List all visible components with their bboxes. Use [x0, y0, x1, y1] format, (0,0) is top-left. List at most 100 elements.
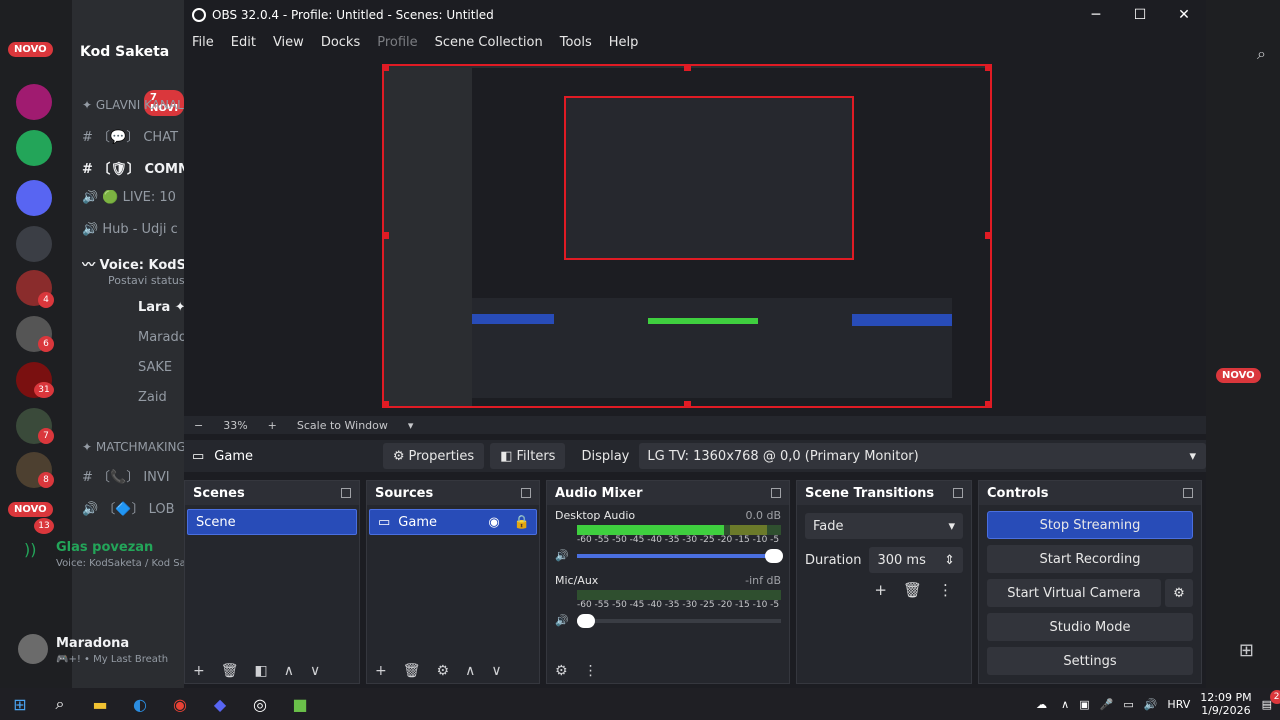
- gear-icon[interactable]: ⚙: [437, 663, 450, 679]
- chevron-up-icon[interactable]: ∧: [1061, 698, 1069, 711]
- slider-knob[interactable]: [765, 548, 783, 563]
- menu-help[interactable]: Help: [609, 35, 639, 50]
- server-icon[interactable]: [16, 180, 52, 216]
- maximize-icon[interactable]: ☐: [1118, 0, 1162, 30]
- filters-button[interactable]: ◧ Filters: [490, 443, 566, 469]
- float-dock-icon[interactable]: [1183, 488, 1193, 498]
- trash-icon[interactable]: 🗑: [903, 581, 922, 599]
- resize-handle[interactable]: [684, 66, 691, 71]
- move-up-icon[interactable]: ∧: [284, 663, 294, 679]
- channel-item[interactable]: 🔊 🟢 LIVE: 10: [82, 190, 186, 205]
- notification-icon[interactable]: ▤ 2: [1262, 689, 1280, 711]
- server-icon[interactable]: [16, 226, 52, 262]
- slider-knob[interactable]: [576, 613, 595, 628]
- language-indicator[interactable]: HRV: [1167, 698, 1190, 711]
- resize-handle[interactable]: [985, 401, 990, 406]
- voice-user[interactable]: SAKE: [138, 360, 184, 375]
- category-label[interactable]: ✦ GLAVNI KANALI: [82, 98, 186, 112]
- user-name[interactable]: Maradona: [56, 636, 184, 651]
- voice-channel-item[interactable]: 〰 Voice: KodS: [82, 254, 186, 273]
- channel-item[interactable]: # 〔📞〕 INVI: [82, 466, 186, 485]
- voice-user[interactable]: Lara ✦: [138, 300, 184, 315]
- scene-item[interactable]: Scene: [187, 509, 357, 535]
- menu-file[interactable]: File: [192, 35, 214, 50]
- network-icon[interactable]: ▭: [1123, 698, 1133, 711]
- start-virtual-camera-button[interactable]: Start Virtual Camera: [987, 579, 1161, 607]
- float-dock-icon[interactable]: [953, 488, 963, 498]
- resize-handle[interactable]: [384, 66, 389, 71]
- resize-handle[interactable]: [384, 401, 389, 406]
- trash-icon[interactable]: 🗑: [403, 663, 421, 679]
- menu-profile[interactable]: Profile: [377, 35, 417, 50]
- resize-handle[interactable]: [684, 401, 691, 406]
- zoom-out-button[interactable]: −: [194, 419, 203, 432]
- stop-streaming-button[interactable]: Stop Streaming: [987, 511, 1193, 539]
- close-icon[interactable]: ✕: [1162, 0, 1206, 30]
- transition-select[interactable]: Fade ▾: [805, 513, 963, 539]
- volume-slider[interactable]: [576, 548, 783, 563]
- minimize-icon[interactable]: ─: [1074, 0, 1118, 30]
- resize-handle[interactable]: [985, 66, 990, 71]
- menu-tools[interactable]: Tools: [560, 35, 592, 50]
- speaker-icon[interactable]: 🔊: [555, 549, 569, 562]
- grid-icon[interactable]: ⊞: [1239, 640, 1254, 661]
- discover-icon[interactable]: [16, 130, 52, 166]
- voice-user[interactable]: Zaid: [138, 390, 184, 405]
- channel-item[interactable]: 🔊 〔🔷〕 LOB: [82, 498, 186, 517]
- chrome-icon[interactable]: ◉: [160, 688, 200, 720]
- windows-start-icon[interactable]: ⊞: [0, 688, 40, 720]
- source-item[interactable]: ▭ Game ◉ 🔒: [369, 509, 537, 535]
- mic-icon[interactable]: 🎤: [1100, 698, 1114, 711]
- server-icon[interactable]: [16, 84, 52, 120]
- gear-icon[interactable]: ⚙: [1165, 579, 1193, 607]
- stepper-icon[interactable]: ⇕: [944, 553, 955, 568]
- avatar[interactable]: [18, 634, 48, 664]
- channel-item[interactable]: # 〔🛡〕 COMM: [82, 158, 186, 177]
- search-icon[interactable]: ⌕: [1257, 44, 1266, 64]
- server-name[interactable]: Kod Saketa: [80, 44, 169, 60]
- speaker-icon[interactable]: 🔊: [555, 614, 569, 627]
- preview-canvas[interactable]: [382, 64, 992, 408]
- studio-mode-button[interactable]: Studio Mode: [987, 613, 1193, 641]
- properties-button[interactable]: ⚙ Properties: [382, 443, 485, 469]
- menu-dots-icon[interactable]: ⋮: [938, 581, 953, 599]
- camera-icon[interactable]: ▣: [1079, 698, 1089, 711]
- search-icon[interactable]: ⌕: [40, 688, 80, 720]
- menu-dots-icon[interactable]: ⋮: [584, 663, 598, 679]
- menu-edit[interactable]: Edit: [231, 35, 256, 50]
- discord-icon[interactable]: ◆: [200, 688, 240, 720]
- add-icon[interactable]: +: [874, 581, 887, 599]
- channel-item[interactable]: # 〔💬〕 CHAT: [82, 126, 186, 145]
- edge-icon[interactable]: ◐: [120, 688, 160, 720]
- resize-handle[interactable]: [384, 232, 389, 239]
- float-dock-icon[interactable]: [771, 488, 781, 498]
- add-icon[interactable]: +: [193, 663, 205, 679]
- category-label[interactable]: ✦ MATCHMAKING: [82, 440, 186, 454]
- obs-icon[interactable]: ◎: [240, 688, 280, 720]
- filter-icon[interactable]: ◧: [255, 663, 268, 679]
- file-explorer-icon[interactable]: ▬: [80, 688, 120, 720]
- menu-view[interactable]: View: [273, 35, 304, 50]
- menu-docks[interactable]: Docks: [321, 35, 360, 50]
- add-icon[interactable]: +: [375, 663, 387, 679]
- lock-icon[interactable]: 🔒: [514, 515, 530, 530]
- settings-button[interactable]: Settings: [987, 647, 1193, 675]
- eye-icon[interactable]: ◉: [488, 515, 499, 530]
- move-down-icon[interactable]: ∨: [491, 663, 501, 679]
- volume-slider[interactable]: [576, 613, 781, 628]
- chevron-down-icon[interactable]: ▾: [408, 419, 414, 432]
- volume-icon[interactable]: 🔊: [1144, 698, 1158, 711]
- app-icon[interactable]: ■: [280, 688, 320, 720]
- mixer-settings-icon[interactable]: ⚙: [555, 663, 568, 679]
- duration-spinbox[interactable]: 300 ms ⇕: [869, 547, 963, 573]
- scale-mode-select[interactable]: Scale to Window: [297, 419, 388, 432]
- float-dock-icon[interactable]: [521, 488, 531, 498]
- tray-app-icon[interactable]: ☁: [1036, 698, 1047, 711]
- preview-area[interactable]: [184, 56, 1206, 416]
- move-up-icon[interactable]: ∧: [465, 663, 475, 679]
- resize-handle[interactable]: [985, 232, 990, 239]
- channel-item[interactable]: 🔊 Hub - Udji c: [82, 222, 186, 237]
- voice-user[interactable]: Marado: [138, 330, 184, 345]
- menu-scene-collection[interactable]: Scene Collection: [435, 35, 543, 50]
- move-down-icon[interactable]: ∨: [310, 663, 320, 679]
